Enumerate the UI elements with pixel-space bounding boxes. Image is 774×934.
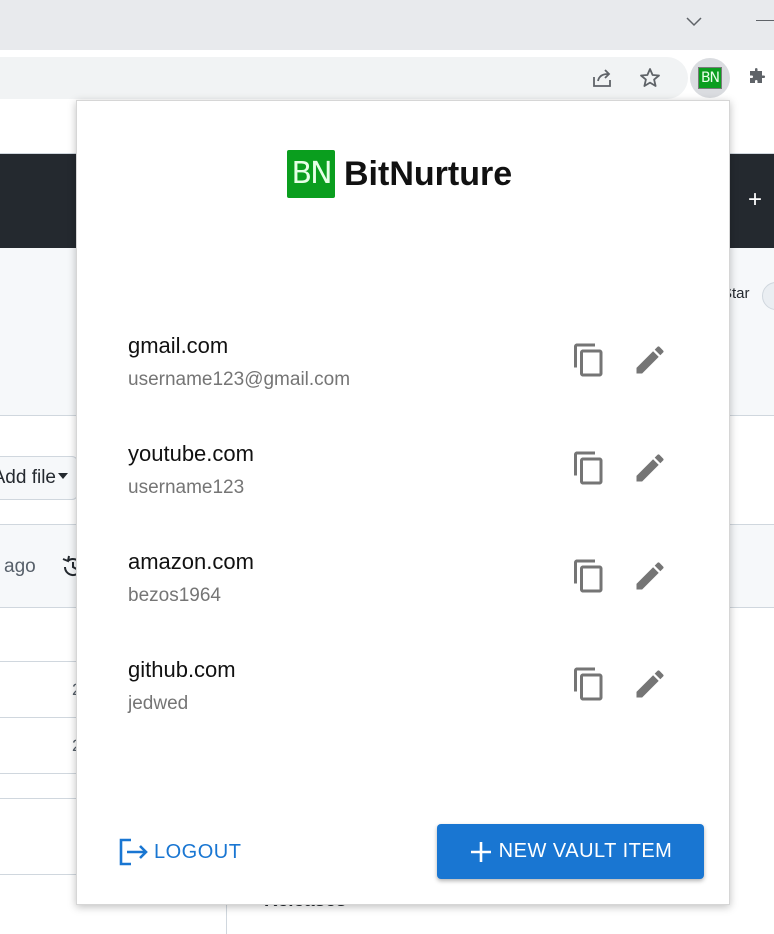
vault-item[interactable]: gmail.com username123@gmail.com	[77, 309, 731, 417]
pencil-icon	[636, 562, 664, 590]
edit-item-button[interactable]	[628, 338, 672, 382]
copy-icon	[574, 667, 603, 701]
create-new-plus-icon[interactable]: +	[748, 188, 762, 212]
vault-item-domain: youtube.com	[128, 441, 254, 466]
logout-label: LOGOUT	[154, 840, 242, 863]
copy-icon	[574, 559, 603, 593]
share-icon[interactable]	[588, 64, 616, 92]
logout-icon	[119, 838, 148, 866]
puzzle-icon[interactable]	[744, 64, 772, 92]
pencil-icon	[636, 346, 664, 374]
bitnurture-badge-icon: BN	[698, 67, 722, 89]
vault-item-username: username123@gmail.com	[128, 369, 351, 390]
address-bar[interactable]	[0, 57, 688, 99]
add-file-caret-icon	[58, 473, 68, 479]
logout-button[interactable]: LOGOUT	[117, 835, 241, 869]
tab-search-chevron-icon[interactable]	[684, 12, 704, 32]
vault-item[interactable]: github.com jedwed	[77, 633, 731, 741]
new-vault-item-label: NEW VAULT ITEM	[498, 840, 673, 862]
edit-item-button[interactable]	[628, 554, 672, 598]
vault-item-domain: amazon.com	[128, 549, 254, 574]
vault-item-username: jedwed	[128, 693, 189, 714]
plus-icon	[470, 841, 491, 862]
browser-toolbar: BN	[0, 50, 774, 106]
copy-icon	[574, 343, 603, 377]
vault-item[interactable]: amazon.com bezos1964	[77, 525, 731, 633]
pencil-icon	[636, 454, 664, 482]
vault-item-username: username123	[128, 477, 245, 498]
brand-header: BN BitNurture	[287, 149, 512, 199]
pencil-icon	[636, 670, 664, 698]
vault-item[interactable]: youtube.com username123	[77, 417, 731, 525]
window-minimize-button[interactable]	[756, 20, 774, 21]
edit-item-button[interactable]	[628, 662, 672, 706]
vault-item-domain: github.com	[128, 657, 236, 682]
vault-item-username: bezos1964	[128, 585, 221, 606]
commit-age: ago	[4, 556, 36, 577]
copy-icon	[574, 451, 603, 485]
add-file-label: Add file	[0, 467, 56, 488]
copy-password-button[interactable]	[567, 662, 611, 706]
vault-item-domain: gmail.com	[128, 333, 229, 358]
vault-item-list: gmail.com username123@gmail.com youtube.…	[77, 309, 731, 741]
brand-name: BitNurture	[344, 154, 513, 193]
browser-tab-strip	[0, 0, 774, 50]
copy-password-button[interactable]	[567, 446, 611, 490]
bookmark-star-icon[interactable]	[636, 64, 664, 92]
new-vault-item-button[interactable]: NEW VAULT ITEM	[437, 824, 704, 879]
copy-password-button[interactable]	[567, 338, 611, 382]
bitnurture-popup: BN BitNurture gmail.com username123@gmai…	[76, 100, 730, 905]
edit-item-button[interactable]	[628, 446, 672, 490]
copy-password-button[interactable]	[567, 554, 611, 598]
bitnurture-extension-button[interactable]: BN	[690, 58, 730, 98]
bitnurture-logo-icon: BN	[287, 150, 335, 198]
